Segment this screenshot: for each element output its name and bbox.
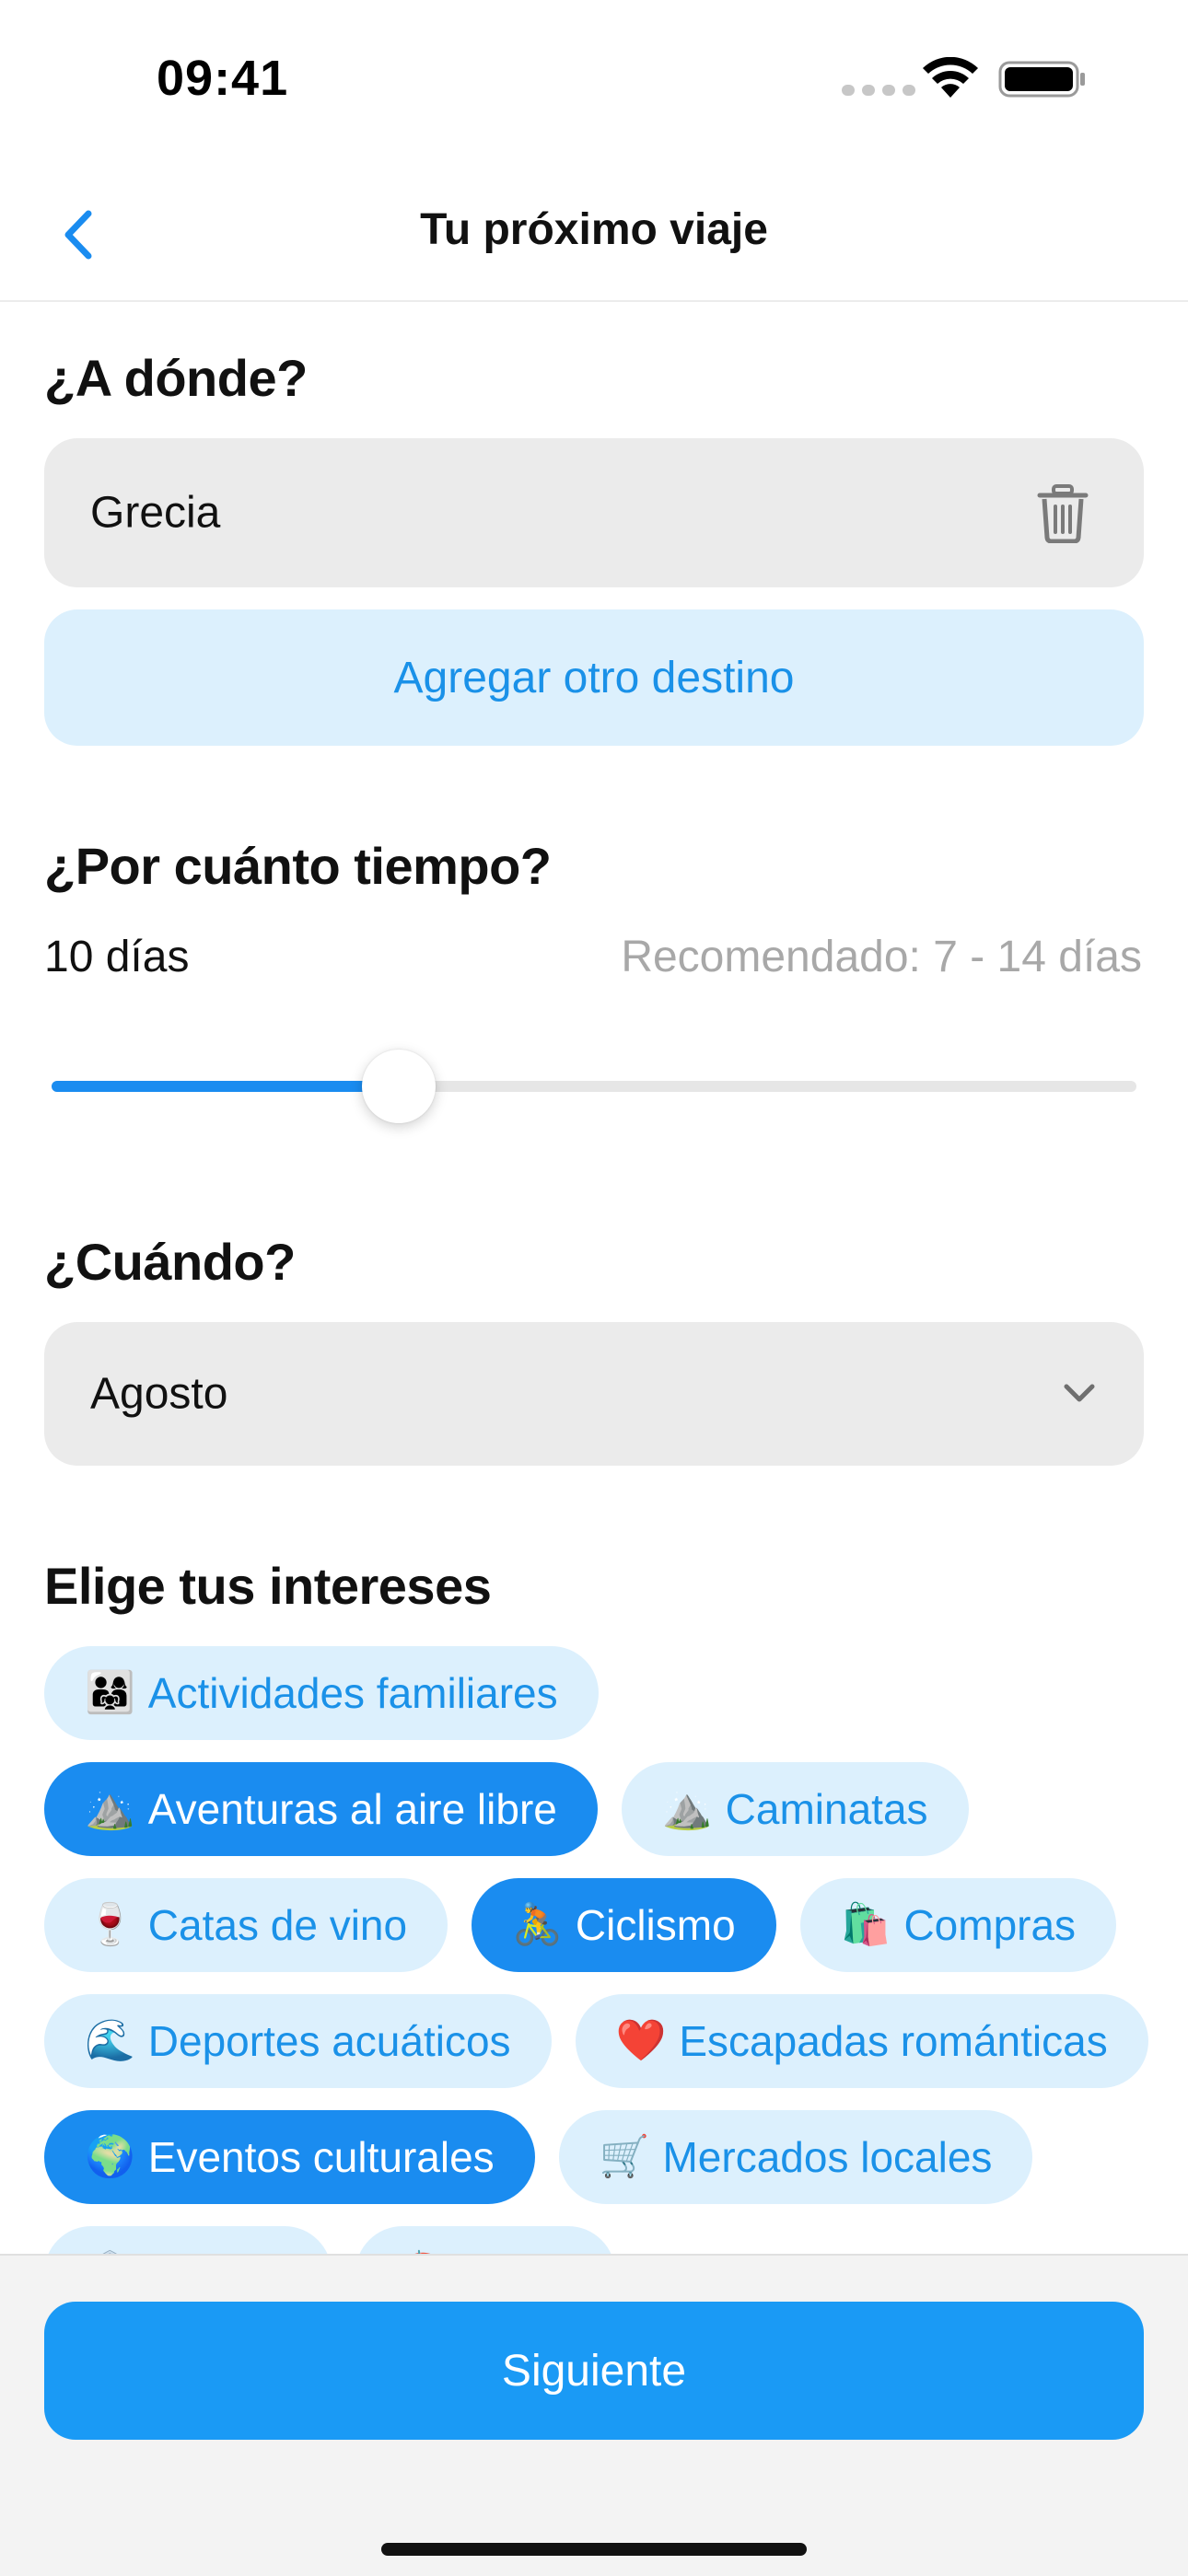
slider-thumb[interactable] bbox=[361, 1050, 436, 1123]
interest-label: Catas de vino bbox=[147, 1901, 408, 1949]
interest-emoji-icon: ❤️ bbox=[615, 2017, 667, 2064]
interest-label: Escapadas románticas bbox=[679, 2017, 1108, 2065]
interest-label: Aventuras al aire libre bbox=[147, 1785, 557, 1833]
interest-chip[interactable]: 🛒 Mercados locales bbox=[558, 2110, 1033, 2204]
interest-chip[interactable]: 🛍️ Compras bbox=[799, 1878, 1117, 1972]
interest-emoji-icon: 🍷 bbox=[85, 1901, 135, 1948]
interest-chip[interactable]: ⛰️ Caminatas bbox=[621, 1762, 969, 1856]
add-destination-button[interactable]: Agregar otro destino bbox=[44, 609, 1144, 746]
chip-row: 🍷 Catas de vino 🚴 Ciclismo 🛍️ Compras bbox=[44, 1878, 1149, 1972]
next-button[interactable]: Siguiente bbox=[44, 2302, 1144, 2440]
interest-label: Ciclismo bbox=[575, 1901, 736, 1949]
status-time: 09:41 bbox=[157, 51, 289, 106]
interest-emoji-icon: 🌊 bbox=[85, 2017, 135, 2064]
chip-row: ⛰️ Aventuras al aire libre ⛰️ Caminatas bbox=[44, 1762, 1149, 1856]
cellular-signal-icon bbox=[842, 85, 915, 96]
home-indicator bbox=[381, 2543, 807, 2556]
interest-label: Compras bbox=[903, 1901, 1077, 1949]
interest-chip[interactable]: ⛰️ Aventuras al aire libre bbox=[44, 1762, 598, 1856]
month-select-value: Agosto bbox=[90, 1369, 228, 1419]
page-title: Tu próximo viaje bbox=[420, 205, 768, 254]
interest-chip[interactable]: 🌍 Eventos culturales bbox=[44, 2110, 535, 2204]
destination-section-title: ¿A dónde? bbox=[44, 349, 308, 407]
duration-value: 10 días bbox=[44, 933, 190, 981]
interest-label: Caminatas bbox=[725, 1785, 928, 1833]
interest-emoji-icon: 🌍 bbox=[85, 2133, 135, 2180]
month-select[interactable]: Agosto bbox=[44, 1322, 1144, 1466]
interest-label: Actividades familiares bbox=[147, 1669, 558, 1717]
interest-chip[interactable]: ❤️ Escapadas románticas bbox=[575, 1994, 1148, 2088]
interest-label: Mercados locales bbox=[662, 2133, 993, 2181]
bottom-bar: Siguiente bbox=[0, 2254, 1188, 2576]
duration-recommendation: Recomendado: 7 - 14 días bbox=[621, 933, 1142, 981]
interest-chip[interactable]: 🏖️ bbox=[355, 2226, 615, 2256]
interest-chip[interactable]: 🚴 Ciclismo bbox=[472, 1878, 776, 1972]
interest-emoji-icon: ⛰️ bbox=[85, 1785, 135, 1832]
duration-section-title: ¿Por cuánto tiempo? bbox=[44, 837, 552, 895]
battery-icon bbox=[998, 61, 1085, 98]
interest-chip[interactable]: 🍷 Catas de vino bbox=[44, 1878, 448, 1972]
chip-row: 🌍 Eventos culturales 🛒 Mercados locales bbox=[44, 2110, 1149, 2204]
destination-field[interactable]: Grecia bbox=[44, 438, 1144, 587]
destination-value: Grecia bbox=[90, 488, 221, 538]
navigation-bar: Tu próximo viaje bbox=[0, 166, 1188, 302]
chevron-down-icon bbox=[1064, 1384, 1095, 1402]
chip-row: 🌊 Deportes acuáticos ❤️ Escapadas romántica… bbox=[44, 1994, 1149, 2088]
interest-emoji-icon: 🛒 bbox=[599, 2133, 650, 2180]
interest-chip[interactable]: 👨‍👩‍👧 Actividades familiares bbox=[44, 1646, 599, 1740]
when-section-title: ¿Cuándo? bbox=[44, 1233, 296, 1291]
trash-icon[interactable] bbox=[1037, 484, 1089, 543]
interest-chips: 👨‍👩‍👧 Actividades familiares ⛰️ Aventuras a… bbox=[44, 1646, 1149, 2256]
interests-section-title: Elige tus intereses bbox=[44, 1557, 492, 1615]
chip-row: 🏛️ 🏖️ bbox=[44, 2226, 1149, 2256]
interest-emoji-icon: 👨‍👩‍👧 bbox=[85, 1669, 135, 1716]
interest-label: Deportes acuáticos bbox=[147, 2017, 511, 2065]
interest-emoji-icon: ⛰️ bbox=[661, 1785, 713, 1832]
duration-slider[interactable] bbox=[52, 1050, 1136, 1123]
interest-chip[interactable]: 🏛️ bbox=[44, 2226, 332, 2256]
chip-row: 👨‍👩‍👧 Actividades familiares bbox=[44, 1646, 1149, 1740]
interest-emoji-icon: 🚴 bbox=[512, 1901, 563, 1948]
wifi-icon bbox=[923, 57, 978, 98]
interest-label: Eventos culturales bbox=[147, 2133, 495, 2181]
slider-fill bbox=[52, 1081, 399, 1092]
interest-emoji-icon: 🛍️ bbox=[840, 1901, 891, 1948]
interest-chip[interactable]: 🌊 Deportes acuáticos bbox=[44, 1994, 552, 2088]
status-bar: 09:41 bbox=[0, 0, 1188, 157]
